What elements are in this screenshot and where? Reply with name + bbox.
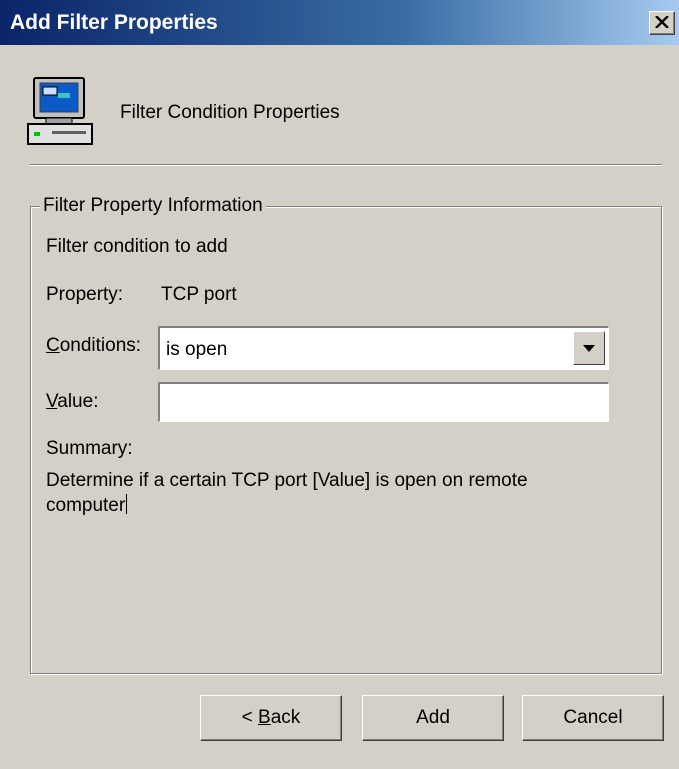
back-accelerator: B <box>258 707 271 728</box>
summary-text: Determine if a certain TCP port [Value] … <box>46 470 528 516</box>
summary-label: Summary: <box>46 438 133 459</box>
title-bar: Add Filter Properties <box>0 0 679 45</box>
group-legend: Filter Property Information <box>40 195 266 217</box>
computer-icon <box>27 77 93 145</box>
back-prefix: < <box>241 707 259 728</box>
back-label-text: ack <box>270 707 301 728</box>
add-button[interactable]: Add <box>362 695 504 741</box>
conditions-dropdown-button[interactable] <box>573 331 605 365</box>
conditions-dropdown[interactable]: is open <box>158 326 609 370</box>
value-label: Value: <box>46 391 98 413</box>
property-value: TCP port <box>161 284 237 305</box>
value-label-text: alue: <box>57 391 99 412</box>
intro-label: Filter condition to add <box>46 236 228 257</box>
value-accelerator: V <box>46 391 58 412</box>
close-button[interactable] <box>649 11 675 35</box>
header-title: Filter Condition Properties <box>120 102 340 123</box>
back-button[interactable]: < Back <box>200 695 342 741</box>
value-input[interactable] <box>158 382 609 422</box>
window-title: Add Filter Properties <box>10 11 218 34</box>
property-label: Property: <box>46 284 124 305</box>
cancel-button[interactable]: Cancel <box>522 695 664 741</box>
conditions-label-text: onditions: <box>59 335 142 356</box>
conditions-selected-value: is open <box>166 339 228 360</box>
header-separator <box>30 164 662 166</box>
conditions-accelerator: C <box>46 335 60 356</box>
text-caret <box>126 494 128 514</box>
chevron-down-icon <box>583 345 595 352</box>
close-icon <box>655 16 669 28</box>
summary-text-area[interactable]: Determine if a certain TCP port [Value] … <box>46 468 606 518</box>
conditions-label: Conditions: <box>46 335 141 357</box>
